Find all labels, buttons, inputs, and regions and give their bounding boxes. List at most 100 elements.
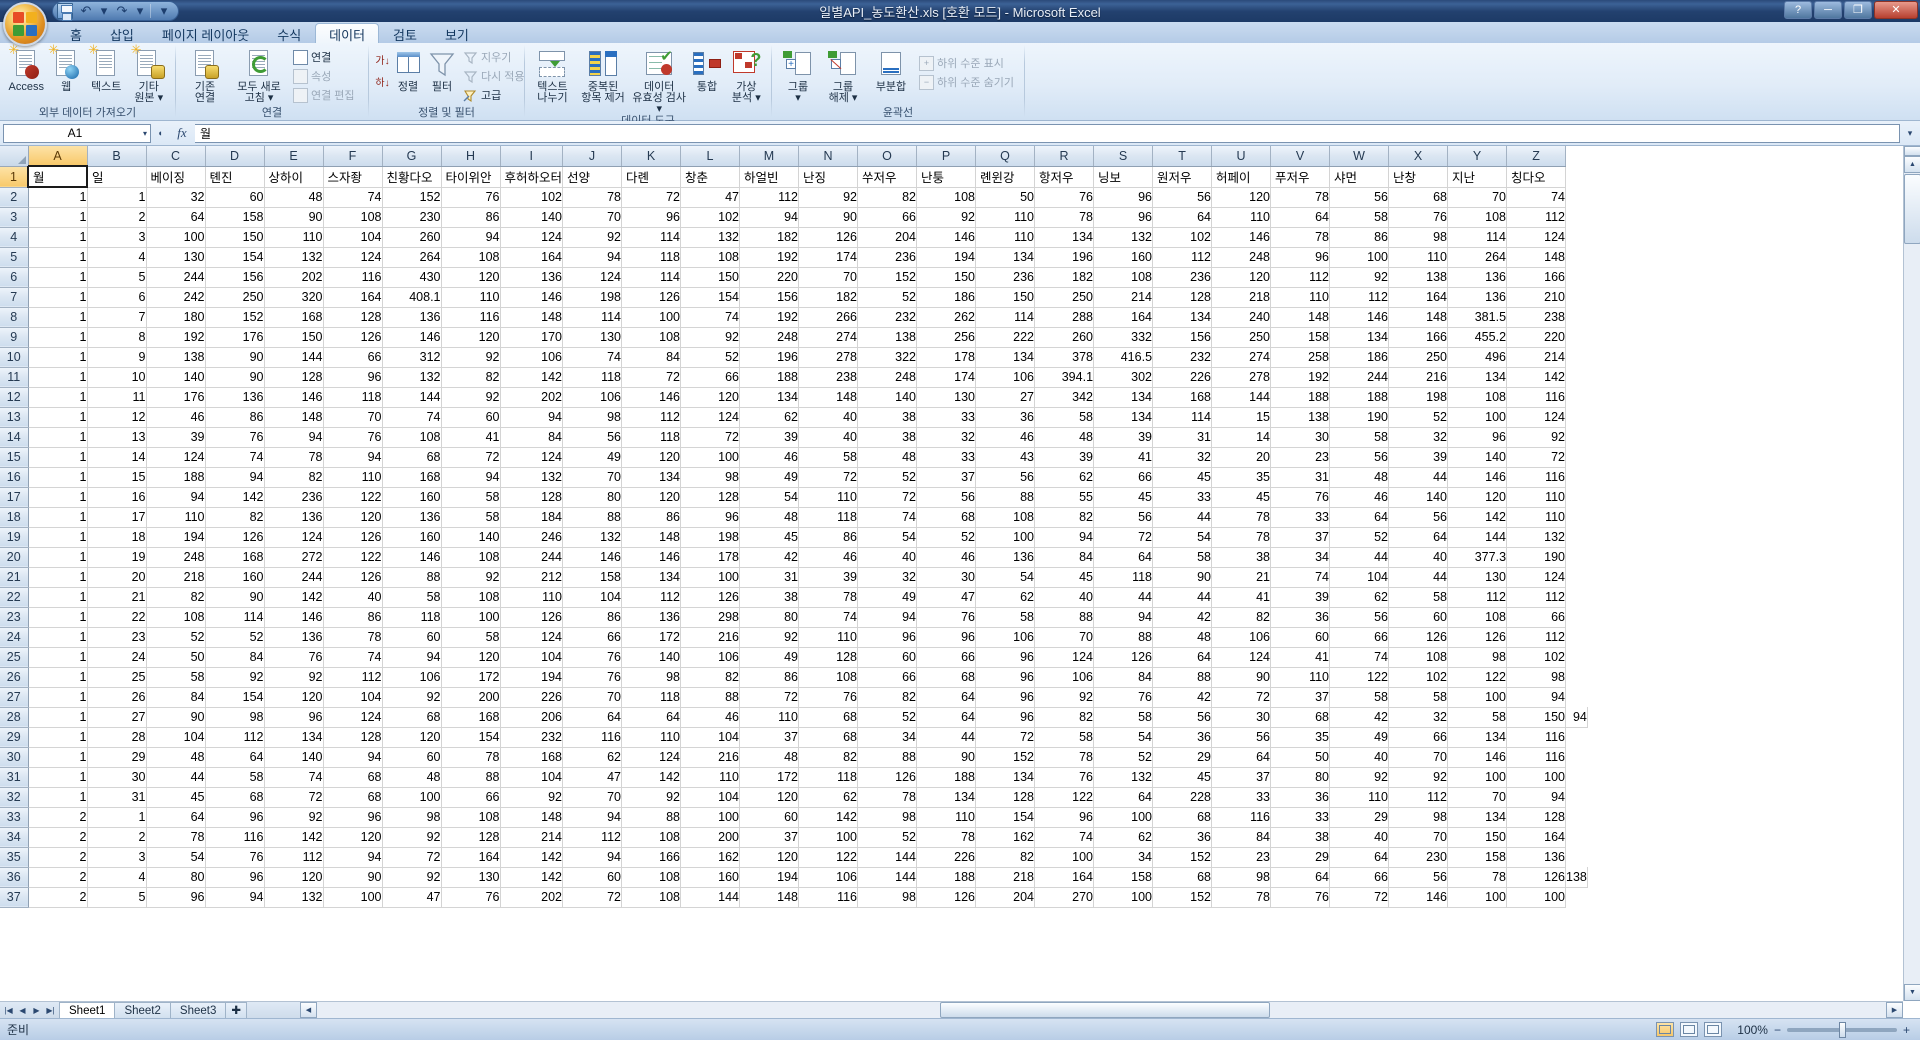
cell[interactable]: 124 — [1506, 227, 1567, 248]
cell[interactable]: 46 — [916, 547, 977, 568]
page-break-view-icon[interactable] — [1703, 1022, 1722, 1037]
table-row[interactable]: 36 2 4 80 96 120 90 92 130 142 60 108 160 194 106 144 18… — [0, 867, 1588, 888]
cell[interactable]: 104 — [500, 647, 564, 668]
cell[interactable]: 134 — [621, 467, 682, 488]
cell[interactable]: 204 — [975, 887, 1036, 908]
cell[interactable]: 58 — [441, 487, 501, 508]
cell[interactable]: 1 — [28, 347, 88, 368]
cell[interactable]: 112 — [1329, 287, 1390, 308]
cell[interactable]: 94 — [146, 487, 206, 508]
cell[interactable]: 52 — [857, 707, 918, 728]
cell[interactable]: 94 — [441, 227, 501, 248]
cell[interactable]: 136 — [205, 387, 265, 408]
cell[interactable]: 264 — [1447, 247, 1508, 268]
cell[interactable]: 72 — [264, 787, 324, 808]
cell[interactable]: 104 — [323, 227, 383, 248]
cell[interactable]: 72 — [562, 887, 623, 908]
cell[interactable]: 76 — [1034, 767, 1095, 788]
row-header-4[interactable]: 4 — [0, 227, 29, 248]
cell[interactable]: 122 — [323, 487, 383, 508]
cell[interactable]: 타이위안 — [441, 166, 501, 188]
cell[interactable]: 90 — [205, 347, 265, 368]
cell[interactable]: 126 — [1388, 627, 1449, 648]
cell[interactable]: 70 — [562, 787, 623, 808]
cell[interactable]: 49 — [562, 447, 623, 468]
cell[interactable]: 106 — [1034, 667, 1095, 688]
cell[interactable]: 150 — [205, 227, 265, 248]
column-header-r[interactable]: R — [1034, 146, 1095, 167]
cell[interactable]: 14 — [1211, 427, 1272, 448]
close-button[interactable]: ✕ — [1874, 1, 1918, 19]
cell[interactable]: 84 — [1211, 827, 1272, 848]
cell[interactable]: 80 — [146, 867, 206, 888]
cell[interactable]: 146 — [1447, 467, 1508, 488]
cell[interactable]: 104 — [562, 587, 623, 608]
cell[interactable]: 146 — [500, 287, 564, 308]
cell[interactable]: 172 — [621, 627, 682, 648]
cell[interactable]: 122 — [1034, 787, 1095, 808]
cell[interactable]: 난창 — [1388, 166, 1449, 188]
cell[interactable]: 76 — [1388, 207, 1449, 228]
cell[interactable]: 50 — [975, 187, 1036, 208]
cell[interactable]: 96 — [1270, 247, 1331, 268]
cell[interactable]: 272 — [264, 547, 324, 568]
cell[interactable]: 94 — [562, 847, 623, 868]
table-row[interactable]: 1 월 일 베이징 톈진 상하이 스자좡 친황다오 타이위안 후허하오터 선양 다롄 창춘 하얼빈 난징 쑤저… — [0, 165, 1587, 188]
cell[interactable]: 33 — [1211, 787, 1272, 808]
column-header-v[interactable]: V — [1270, 146, 1331, 167]
cell[interactable]: 240 — [1211, 307, 1272, 328]
cell[interactable]: 84 — [621, 347, 682, 368]
cell[interactable]: 140 — [1447, 447, 1508, 468]
cell[interactable]: 126 — [857, 767, 918, 788]
sheet-tab-bar[interactable]: |◀ ◀ ▶ ▶| Sheet1 Sheet2 Sheet3 ✚ — [0, 1001, 300, 1018]
row-header-11[interactable]: 11 — [0, 367, 29, 388]
zoom-slider[interactable] — [1786, 1021, 1897, 1038]
cell[interactable]: 262 — [916, 307, 977, 328]
table-row[interactable]: 16 1 15 188 94 82 110 168 94 132 70 134 98 49 72 52 37 56… — [0, 467, 1587, 488]
cell[interactable]: 178 — [680, 547, 741, 568]
cell[interactable]: 82 — [975, 847, 1036, 868]
cell[interactable]: 198 — [680, 527, 741, 548]
cell[interactable]: 86 — [621, 507, 682, 528]
name-box-dropdown-icon[interactable]: ▾ — [143, 129, 147, 138]
cell[interactable]: 55 — [1034, 487, 1095, 508]
horizontal-scroll-thumb[interactable] — [940, 1002, 1270, 1018]
cell[interactable]: 1 — [28, 247, 88, 268]
cell[interactable]: 58 — [441, 507, 501, 528]
cell[interactable]: 140 — [621, 647, 682, 668]
cell[interactable]: 120 — [621, 447, 682, 468]
cell[interactable]: 146 — [1388, 887, 1449, 908]
insert-function-button[interactable]: fx — [169, 124, 195, 143]
table-row[interactable]: 24 1 23 52 52 136 78 60 58 124 66 172 216 92 110 96 96 10… — [0, 627, 1587, 648]
cell[interactable]: 260 — [1034, 327, 1095, 348]
cell[interactable]: 94 — [1565, 707, 1588, 728]
cell[interactable]: 150 — [1506, 707, 1567, 728]
cell[interactable]: 378 — [1034, 347, 1095, 368]
cell[interactable]: 256 — [916, 327, 977, 348]
cell[interactable]: 136 — [621, 607, 682, 628]
cell[interactable]: 132 — [500, 467, 564, 488]
cell[interactable]: 1 — [28, 487, 88, 508]
cell[interactable]: 94 — [1506, 687, 1567, 708]
cell[interactable]: 118 — [1093, 567, 1154, 588]
cell[interactable]: 38 — [1270, 827, 1331, 848]
cell[interactable]: 44 — [916, 727, 977, 748]
cell[interactable]: 15 — [87, 467, 147, 488]
cell[interactable]: 216 — [680, 627, 741, 648]
cell[interactable]: 30 — [916, 567, 977, 588]
cell[interactable]: 142 — [621, 767, 682, 788]
cell[interactable]: 136 — [382, 507, 442, 528]
cell[interactable]: 5 — [87, 267, 147, 288]
cell[interactable]: 142 — [500, 867, 564, 888]
cell[interactable]: 108 — [323, 207, 383, 228]
cell[interactable]: 44 — [1388, 467, 1449, 488]
cell[interactable]: 33 — [1152, 487, 1213, 508]
cell[interactable]: 52 — [857, 287, 918, 308]
cell[interactable]: 78 — [798, 587, 859, 608]
cell[interactable]: 98 — [680, 467, 741, 488]
column-header-k[interactable]: K — [621, 146, 682, 167]
cell[interactable]: 94 — [441, 467, 501, 488]
cell[interactable]: 2 — [28, 847, 88, 868]
cell[interactable]: 136 — [264, 507, 324, 528]
cell[interactable]: 68 — [382, 707, 442, 728]
